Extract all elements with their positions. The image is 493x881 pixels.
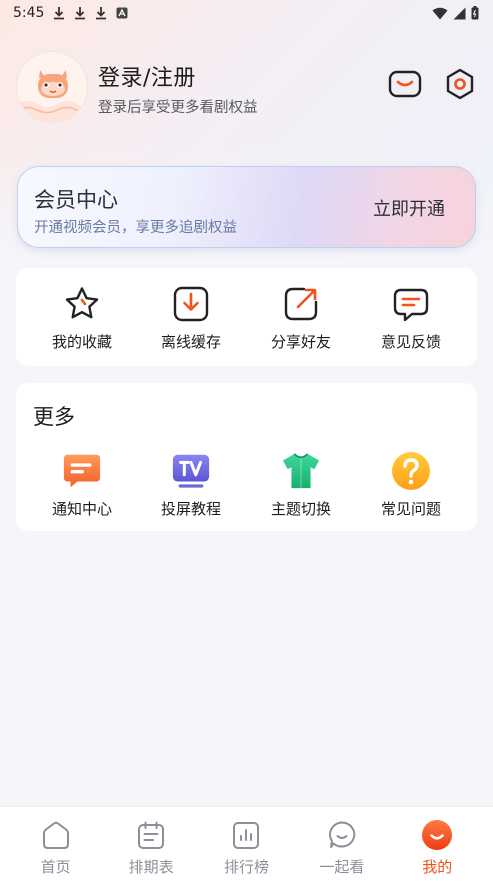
- tab-home[interactable]: 首页: [11, 807, 101, 881]
- cell-signal-icon: [453, 7, 466, 19]
- message-icon: [388, 70, 422, 98]
- cast-tutorial-label: 投屏教程: [160, 500, 221, 518]
- tab-profile-label: 我的: [422, 858, 453, 876]
- login-register-title[interactable]: 登录/注册: [98, 60, 196, 92]
- app-notification-icon: [116, 7, 128, 19]
- download-notification-icon: [96, 7, 107, 20]
- tab-ranking[interactable]: 排行榜: [201, 807, 291, 881]
- notification-center-item[interactable]: 通知中心: [27, 451, 137, 519]
- ranking-icon: [233, 822, 260, 849]
- home-icon: [42, 821, 69, 849]
- battery-icon: [471, 6, 479, 20]
- cast-tutorial-item[interactable]: 投屏教程: [136, 451, 246, 519]
- watch-together-icon: [328, 821, 356, 848]
- mascot-avatar-icon: [17, 70, 87, 122]
- star-icon: [65, 287, 99, 319]
- tab-ranking-label: 排行榜: [223, 858, 269, 876]
- download-icon: [173, 286, 209, 322]
- wifi-icon: [432, 7, 448, 19]
- tab-profile[interactable]: 我的: [392, 807, 482, 881]
- profile-icon: [422, 820, 453, 850]
- theme-shirt-icon: [282, 453, 320, 489]
- share-friends-label: 分享好友: [270, 333, 331, 351]
- login-subtitle: 登录后享受更多看剧权益: [98, 100, 258, 116]
- feedback-item[interactable]: 意见反馈: [356, 284, 466, 352]
- tab-schedule[interactable]: 排期表: [106, 807, 196, 881]
- feedback-label: 意见反馈: [380, 333, 441, 351]
- vip-subtitle: 开通视频会员，享更多追剧权益: [34, 220, 237, 236]
- download-notification-icon: [75, 7, 86, 20]
- tab-watch-together[interactable]: 一起看: [297, 807, 387, 881]
- offline-cache-label: 离线缓存: [160, 333, 221, 351]
- more-section-title: 更多: [33, 405, 75, 429]
- faq-item[interactable]: 常见问题: [356, 451, 466, 519]
- vip-title: 会员中心: [34, 188, 118, 212]
- favorites-item[interactable]: 我的收藏: [27, 284, 137, 352]
- quick-actions-card: 我的收藏 离线缓存 分享好友 意见反馈: [16, 268, 477, 366]
- share-friends-item[interactable]: 分享好友: [246, 284, 356, 352]
- more-card: 更多 通知中心 投屏教程 主题切换 常见问题: [16, 383, 477, 531]
- tab-schedule-label: 排期表: [128, 858, 174, 876]
- gear-icon: [446, 68, 474, 100]
- open-vip-button[interactable]: 立即开通: [373, 195, 445, 221]
- tab-home-label: 首页: [40, 858, 71, 876]
- faq-label: 常见问题: [380, 500, 441, 518]
- theme-switch-item[interactable]: 主题切换: [246, 451, 356, 519]
- message-button[interactable]: [387, 66, 423, 102]
- avatar[interactable]: [16, 51, 88, 123]
- share-icon: [284, 287, 318, 321]
- download-notification-icon: [54, 7, 65, 20]
- tv-cast-icon: [172, 454, 210, 488]
- calendar-icon: [138, 821, 165, 849]
- tab-watch-together-label: 一起看: [319, 858, 365, 876]
- notification-icon: [63, 454, 101, 488]
- feedback-icon: [393, 288, 429, 322]
- status-time: 5:45: [13, 5, 45, 21]
- status-bar: 5:45: [0, 0, 493, 26]
- settings-button[interactable]: [442, 66, 478, 102]
- notification-center-label: 通知中心: [51, 500, 112, 518]
- theme-switch-label: 主题切换: [270, 500, 331, 518]
- bottom-tab-bar: 首页 排期表 排行榜 一起看 我的: [0, 806, 493, 881]
- favorites-label: 我的收藏: [51, 333, 112, 351]
- vip-center-card[interactable]: 会员中心 开通视频会员，享更多追剧权益 立即开通: [17, 166, 476, 248]
- offline-cache-item[interactable]: 离线缓存: [136, 284, 246, 352]
- question-icon: [392, 452, 430, 490]
